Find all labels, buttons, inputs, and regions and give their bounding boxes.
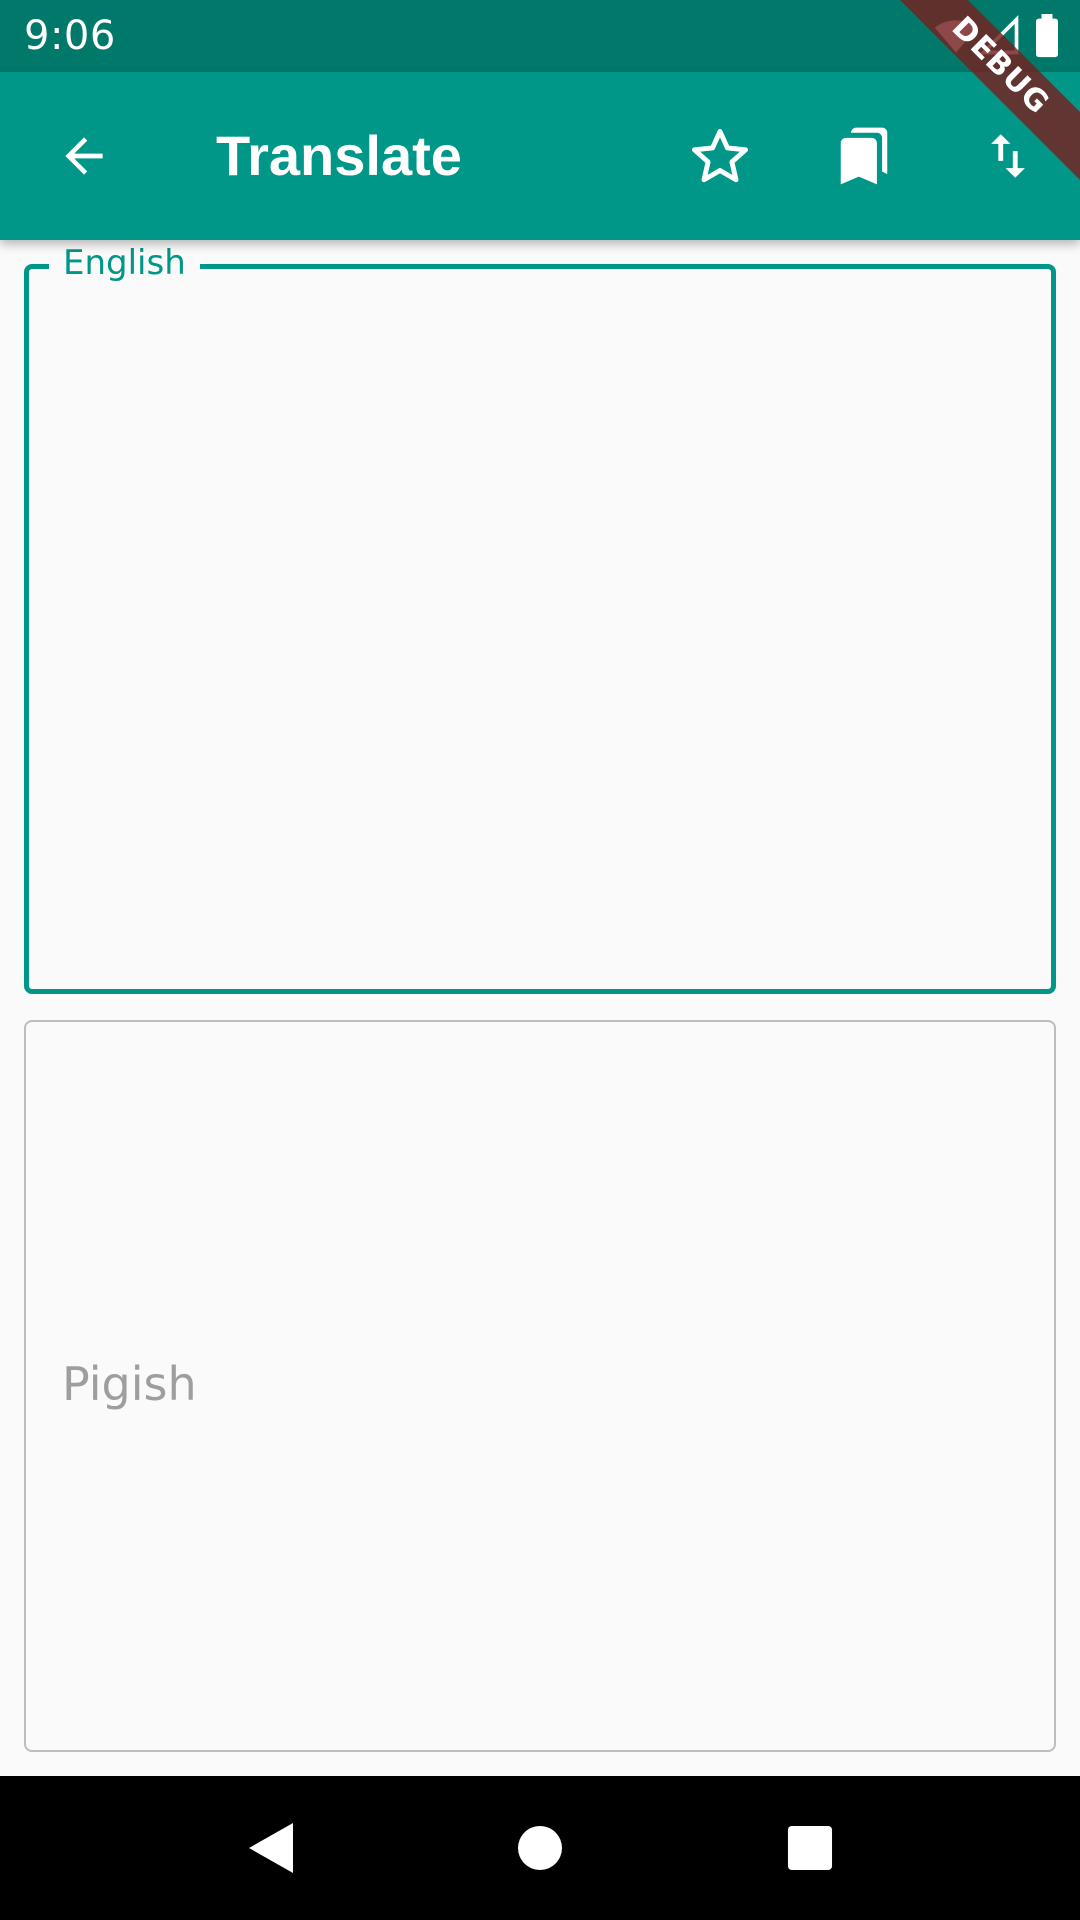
star-outline-icon xyxy=(691,129,749,183)
status-time: 9:06 xyxy=(24,13,116,59)
status-bar: 9:06 xyxy=(0,0,1080,72)
favorite-button[interactable] xyxy=(672,108,768,204)
target-text-field[interactable]: Pigish xyxy=(24,1020,1056,1752)
swap-languages-button[interactable] xyxy=(960,108,1056,204)
wifi-icon xyxy=(934,20,978,53)
battery-icon xyxy=(1036,14,1058,58)
bookmarks-icon xyxy=(840,127,888,185)
arrow-back-icon xyxy=(65,137,103,175)
system-nav-bar xyxy=(0,1776,1080,1920)
app-bar: Translate xyxy=(0,72,1080,240)
bookmarks-button[interactable] xyxy=(816,108,912,204)
nav-home-button[interactable] xyxy=(492,1800,588,1896)
status-icons xyxy=(922,14,1062,58)
source-text-input[interactable] xyxy=(59,299,1021,959)
target-language-label: Pigish xyxy=(62,1357,197,1411)
source-language-label: English xyxy=(49,241,200,285)
nav-recents-icon xyxy=(787,1825,833,1871)
source-text-field[interactable]: English xyxy=(24,241,1056,994)
nav-back-icon xyxy=(249,1823,293,1873)
page-title: Translate xyxy=(216,124,462,187)
signal-icon xyxy=(979,15,1019,55)
nav-recents-button[interactable] xyxy=(762,1800,858,1896)
nav-home-icon xyxy=(518,1826,562,1870)
nav-back-button[interactable] xyxy=(222,1800,318,1896)
swap-vert-icon xyxy=(991,134,1025,178)
back-button[interactable] xyxy=(36,108,132,204)
